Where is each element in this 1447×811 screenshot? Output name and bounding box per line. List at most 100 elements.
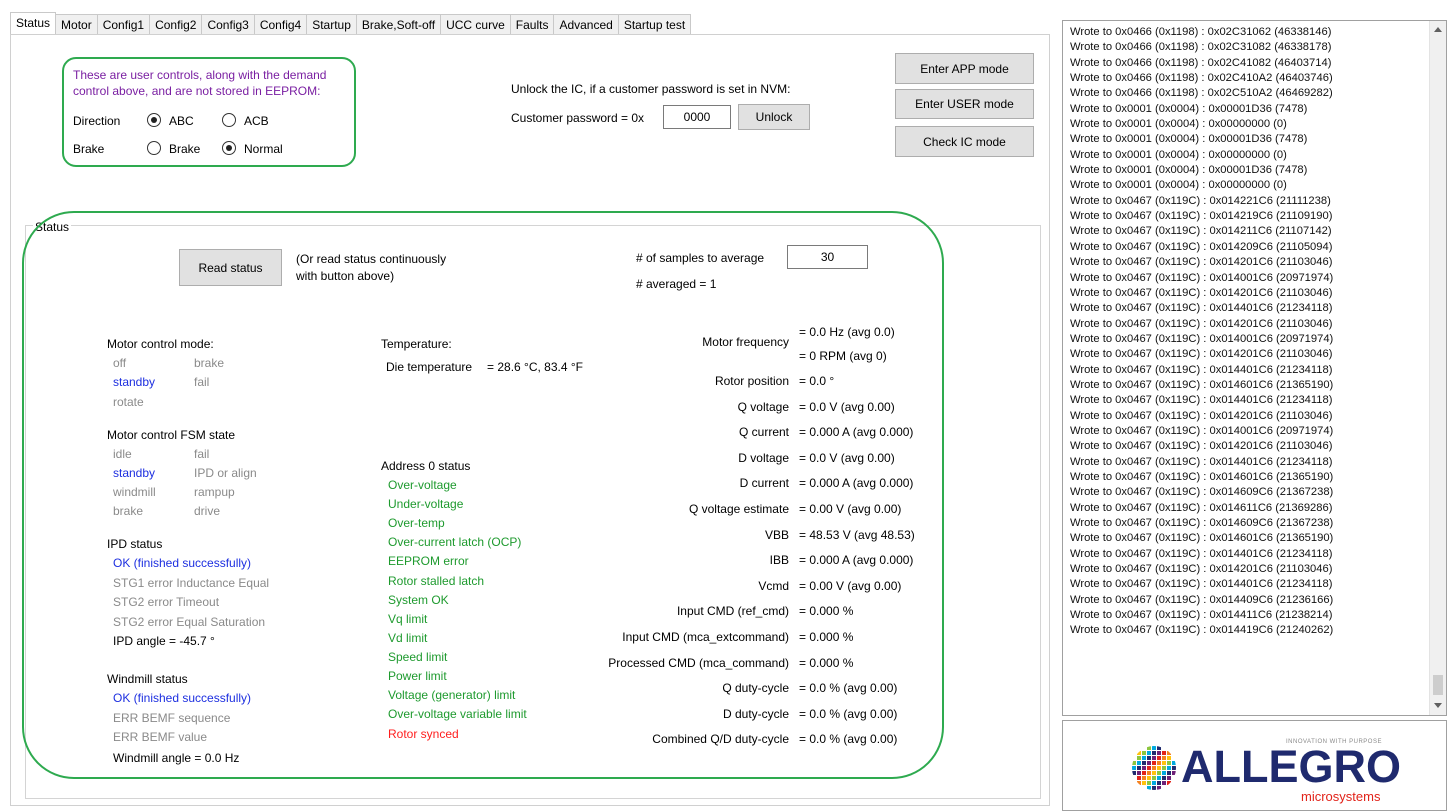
log-line: Wrote to 0x0467 (0x119C) : 0x014001C6 (2… (1070, 332, 1334, 345)
globe-dot (1147, 781, 1151, 785)
measurement-value: = 0.000 % (799, 604, 854, 619)
samples-input[interactable]: 30 (787, 245, 868, 269)
tab-config2[interactable]: Config2 (150, 14, 203, 36)
globe-dot (1157, 766, 1161, 770)
log-line: Wrote to 0x0467 (0x119C) : 0x014401C6 (2… (1070, 578, 1333, 591)
globe-dot (1152, 776, 1156, 780)
direction-abc-label[interactable]: ABC (169, 114, 194, 128)
tab-status[interactable]: Status (10, 12, 57, 36)
measurement-value: = 0.00 V (avg 0.00) (799, 502, 902, 516)
direction-acb-radio[interactable] (222, 113, 236, 127)
ipd-ok: OK (finished successfully) (113, 556, 252, 570)
log-line: Wrote to 0x0467 (0x119C) : 0x014401C6 (2… (1070, 302, 1333, 315)
measurement-label: Rotor position (714, 374, 789, 388)
globe-dot (1147, 746, 1151, 750)
log-line: Wrote to 0x0467 (0x119C) : 0x014201C6 (2… (1070, 440, 1333, 453)
log-scrollbar[interactable] (1429, 21, 1446, 715)
globe-dot (1167, 771, 1171, 775)
password-input[interactable]: 0000 (663, 105, 731, 129)
globe-dot (1172, 766, 1176, 770)
globe-dot (1162, 756, 1166, 760)
scroll-up-arrow-icon[interactable] (1434, 27, 1442, 32)
log-line: Wrote to 0x0001 (0x0004) : 0x00001D36 (7… (1070, 164, 1308, 177)
tab-advanced[interactable]: Advanced (554, 14, 619, 36)
temperature-title: Temperature: (381, 337, 452, 351)
measurement-label: IBB (769, 553, 789, 568)
allegro-globe-logo-icon (1132, 746, 1176, 790)
scroll-thumb[interactable] (1433, 675, 1443, 695)
log-line: Wrote to 0x0467 (0x119C) : 0x014201C6 (2… (1070, 286, 1333, 299)
globe-dot (1157, 746, 1161, 750)
address0-status-item: Speed limit (388, 649, 448, 664)
tab-startup-test[interactable]: Startup test (618, 14, 692, 36)
rotor-synced: Rotor synced (388, 727, 459, 741)
measurement-label: Q voltage estimate (688, 502, 789, 516)
measurement-label: VBB (764, 527, 789, 542)
fsm-fail: fail (194, 447, 210, 461)
globe-dot (1162, 776, 1166, 780)
tab-brake-soft-off[interactable]: Brake,Soft-off (356, 14, 442, 36)
measurement-value: = 48.53 V (avg 48.53) (799, 527, 915, 542)
tab-startup[interactable]: Startup (307, 14, 357, 36)
tab-config1[interactable]: Config1 (97, 14, 151, 36)
brake-brake-label[interactable]: Brake (169, 142, 200, 156)
enter-user-mode-button[interactable]: Enter USER mode (895, 89, 1034, 119)
fsm-rampup: rampup (194, 485, 235, 499)
tab-ucc-curve[interactable]: UCC curve (441, 14, 511, 36)
log-line: Wrote to 0x0467 (0x119C) : 0x014201C6 (2… (1070, 256, 1333, 269)
scroll-down-arrow-icon[interactable] (1434, 703, 1442, 708)
globe-dot (1167, 761, 1171, 765)
globe-dot (1137, 756, 1141, 760)
enter-app-mode-button[interactable]: Enter APP mode (895, 53, 1034, 84)
user-controls-note-line2: control above, and are not stored in EEP… (73, 84, 321, 98)
tab-config3[interactable]: Config3 (202, 14, 255, 36)
log-line: Wrote to 0x0467 (0x119C) : 0x014601C6 (2… (1070, 532, 1334, 545)
brake-normal-radio[interactable] (222, 141, 236, 155)
tab-faults[interactable]: Faults (510, 14, 555, 36)
brake-brake-radio[interactable] (147, 141, 161, 155)
measurement-value: = 0.0 % (avg 0.00) (799, 681, 898, 696)
unlock-button[interactable]: Unlock (738, 104, 810, 130)
measurement-value: = 0.0 % (avg 0.00) (799, 732, 898, 747)
log-line: Wrote to 0x0467 (0x119C) : 0x014221C6 (2… (1070, 194, 1331, 207)
direction-abc-radio[interactable] (147, 113, 161, 127)
globe-dot (1172, 761, 1176, 765)
die-temperature-label: Die temperature (386, 360, 473, 374)
logo-wordmark: ALLEGRO (1181, 741, 1401, 792)
log-line: Wrote to 0x0466 (0x1198) : 0x02C31082 (4… (1070, 41, 1332, 54)
direction-acb-label[interactable]: ACB (244, 114, 269, 128)
log-line: Wrote to 0x0466 (0x1198) : 0x02C31062 (4… (1070, 26, 1332, 38)
globe-dot (1162, 766, 1166, 770)
tab-motor[interactable]: Motor (56, 14, 98, 36)
globe-dot (1132, 771, 1136, 775)
measurement-label: Q voltage (737, 399, 789, 414)
globe-dot (1147, 751, 1151, 755)
check-ic-mode-button[interactable]: Check IC mode (895, 126, 1034, 157)
address0-status-item: System OK (388, 592, 449, 607)
globe-dot (1137, 771, 1141, 775)
tab-config4[interactable]: Config4 (254, 14, 308, 36)
measurement-value: = 0.000 % (799, 655, 854, 670)
logo-subtitle: microsystems (1301, 789, 1381, 804)
read-status-note-line2: with button above) (296, 269, 395, 283)
globe-dot (1152, 751, 1156, 755)
brake-label: Brake (73, 142, 105, 156)
brake-normal-label[interactable]: Normal (244, 142, 283, 156)
measurement-value: = 0.000 A (avg 0.000) (799, 476, 914, 491)
log-panel[interactable]: Wrote to 0x0466 (0x1198) : 0x02C31062 (4… (1062, 20, 1447, 716)
motor-frequency-rpm: = 0 RPM (avg 0) (799, 349, 887, 363)
address0-status-item: Rotor stalled latch (388, 573, 485, 588)
direction-label: Direction (73, 114, 121, 128)
globe-dot (1137, 761, 1141, 765)
mode-rotate: rotate (113, 395, 144, 409)
measurement-value: = 0.0 V (avg 0.00) (799, 399, 895, 414)
read-status-button[interactable]: Read status (179, 249, 282, 286)
windmill-err-sequence: ERR BEMF sequence (113, 711, 231, 725)
tab-bar: Status Motor Config1 Config2 Config3 Config4 S… (10, 12, 692, 36)
windmill-err-value: ERR BEMF value (113, 730, 208, 744)
address0-status-item: Over-current latch (OCP) (388, 535, 522, 550)
globe-dot (1167, 776, 1171, 780)
globe-dot (1152, 746, 1156, 750)
windmill-ok: OK (finished successfully) (113, 691, 252, 705)
log-line: Wrote to 0x0467 (0x119C) : 0x014401C6 (2… (1070, 455, 1333, 468)
